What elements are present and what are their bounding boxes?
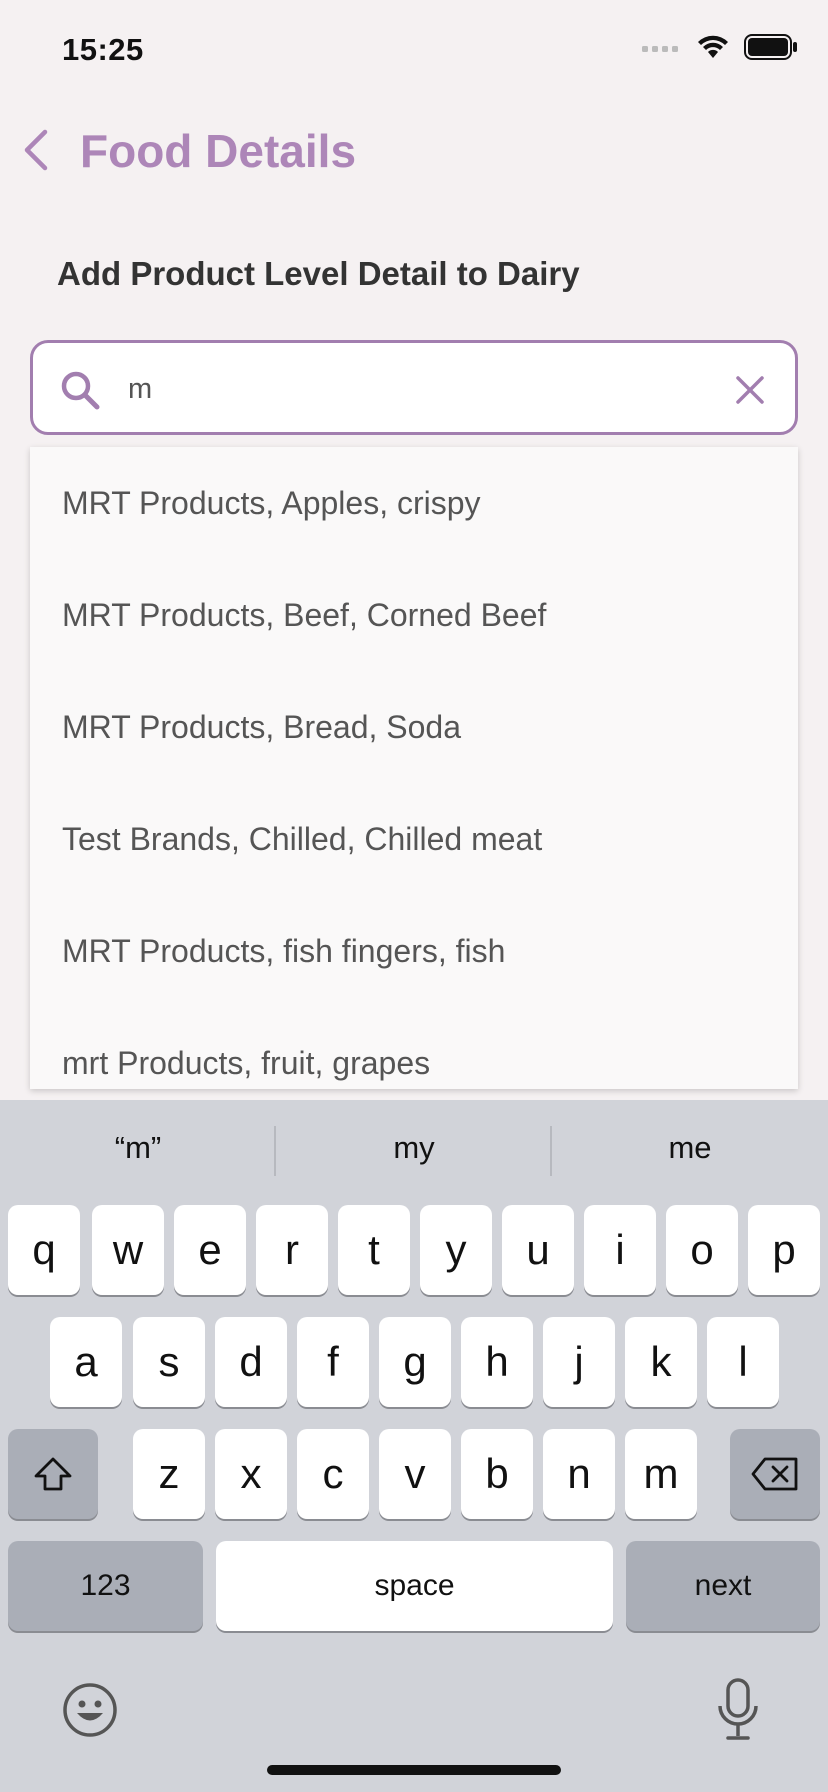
key-v[interactable]: v xyxy=(379,1429,451,1519)
search-input[interactable] xyxy=(128,361,688,417)
key-e[interactable]: e xyxy=(174,1205,246,1295)
chevron-left-icon xyxy=(24,129,48,171)
autocomplete-dropdown: MRT Products, Apples, crispy MRT Product… xyxy=(30,447,798,1089)
clear-button[interactable] xyxy=(727,367,773,413)
key-m[interactable]: m xyxy=(625,1429,697,1519)
shift-key[interactable] xyxy=(8,1429,98,1519)
key-z[interactable]: z xyxy=(133,1429,205,1519)
delete-key[interactable] xyxy=(730,1429,820,1519)
cellular-signal-icon xyxy=(642,46,678,52)
key-j[interactable]: j xyxy=(543,1317,615,1407)
section-title: Add Product Level Detail to Dairy xyxy=(57,255,580,292)
key-g[interactable]: g xyxy=(379,1317,451,1407)
dropdown-option[interactable]: MRT Products, fish fingers, fish xyxy=(30,895,798,1007)
next-key[interactable]: next xyxy=(626,1541,820,1631)
key-c[interactable]: c xyxy=(297,1429,369,1519)
backspace-icon xyxy=(751,1457,798,1491)
home-indicator xyxy=(267,1765,561,1775)
space-key[interactable]: space xyxy=(216,1541,613,1631)
key-k[interactable]: k xyxy=(625,1317,697,1407)
key-n[interactable]: n xyxy=(543,1429,615,1519)
emoji-icon xyxy=(63,1683,117,1737)
keyboard: “m” my me q w e r t y u i o p a s d f g … xyxy=(0,1100,828,1792)
dropdown-option[interactable]: Test Brands, Chilled, Chilled meat xyxy=(30,783,798,895)
shift-icon xyxy=(34,1457,72,1491)
wifi-icon xyxy=(698,35,728,58)
key-y[interactable]: y xyxy=(420,1205,492,1295)
key-u[interactable]: u xyxy=(502,1205,574,1295)
status-time: 15:25 xyxy=(62,32,144,67)
key-h[interactable]: h xyxy=(461,1317,533,1407)
key-w[interactable]: w xyxy=(92,1205,164,1295)
microphone-button[interactable] xyxy=(716,1678,760,1742)
key-f[interactable]: f xyxy=(297,1317,369,1407)
dropdown-option[interactable]: MRT Products, Beef, Corned Beef xyxy=(30,559,798,671)
numbers-key[interactable]: 123 xyxy=(8,1541,203,1631)
status-bar: 15:25 xyxy=(0,0,828,100)
key-x[interactable]: x xyxy=(215,1429,287,1519)
dropdown-option[interactable]: MRT Products, Bread, Soda xyxy=(30,671,798,783)
key-p[interactable]: p xyxy=(748,1205,820,1295)
key-o[interactable]: o xyxy=(666,1205,738,1295)
emoji-button[interactable] xyxy=(62,1682,118,1738)
close-icon xyxy=(736,376,764,404)
key-b[interactable]: b xyxy=(461,1429,533,1519)
key-l[interactable]: l xyxy=(707,1317,779,1407)
key-t[interactable]: t xyxy=(338,1205,410,1295)
key-s[interactable]: s xyxy=(133,1317,205,1407)
key-d[interactable]: d xyxy=(215,1317,287,1407)
key-i[interactable]: i xyxy=(584,1205,656,1295)
page-title: Food Details xyxy=(80,125,357,177)
battery-icon xyxy=(744,34,797,60)
back-button[interactable] xyxy=(10,124,62,176)
microphone-icon xyxy=(718,1678,758,1740)
keyboard-suggestions: “m” my me xyxy=(0,1100,828,1200)
key-q[interactable]: q xyxy=(8,1205,80,1295)
search-icon xyxy=(61,371,100,410)
suggestion-item[interactable]: my xyxy=(276,1130,552,1166)
key-a[interactable]: a xyxy=(50,1317,122,1407)
dropdown-option[interactable]: mrt Products, fruit, grapes xyxy=(30,1007,798,1089)
suggestion-item[interactable]: me xyxy=(552,1130,828,1166)
status-icons xyxy=(642,34,798,60)
suggestion-item[interactable]: “m” xyxy=(0,1130,276,1166)
key-r[interactable]: r xyxy=(256,1205,328,1295)
header: Food Details xyxy=(0,110,828,190)
search-field xyxy=(30,340,798,435)
dropdown-option[interactable]: MRT Products, Apples, crispy xyxy=(30,447,798,559)
